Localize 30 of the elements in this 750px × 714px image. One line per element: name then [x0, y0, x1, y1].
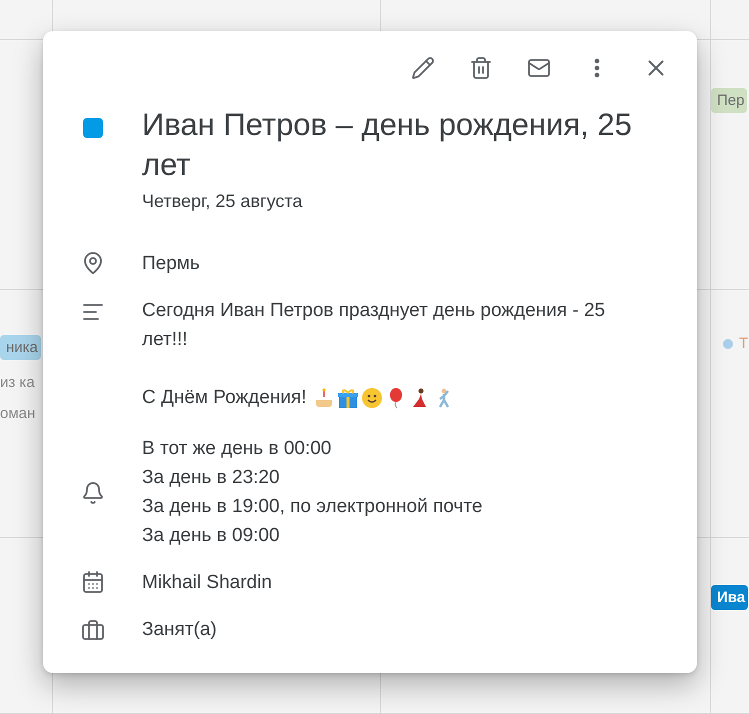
calendar-cell[interactable]: Ива [711, 538, 750, 714]
more-icon [594, 58, 600, 78]
calendar-icon [80, 570, 104, 594]
event-chip[interactable]: ника [0, 335, 41, 360]
trash-icon [469, 56, 493, 80]
reminder-text: За день в 19:00, по электронной почте [142, 495, 484, 519]
smiley-icon [360, 386, 382, 408]
gift-icon [336, 386, 358, 408]
calendar-cell[interactable] [711, 0, 750, 40]
pencil-icon [411, 56, 435, 80]
bell-icon [80, 481, 104, 505]
calendar-text: Mikhail Shardin [142, 571, 273, 595]
description-text: С Днём Рождения! [142, 386, 306, 410]
calendar-cell[interactable]: Т [711, 290, 750, 538]
envelope-icon [527, 56, 551, 80]
availability-text: Занят(а) [142, 618, 218, 642]
event-chip[interactable]: Пер [711, 88, 748, 113]
calendar-cell[interactable]: Пер [711, 40, 750, 290]
event-title: Иван Петров – день рождения, 25 лет [142, 106, 633, 184]
event-text[interactable]: из ка [0, 370, 35, 391]
event-text[interactable]: оман [0, 401, 36, 422]
event-chip[interactable]: Ива [711, 585, 748, 610]
event-text[interactable]: Т [739, 335, 748, 352]
reminder-text: За день в 23:20 [142, 466, 281, 490]
location-text: Пермь [142, 252, 201, 276]
reminder-text: За день в 09:00 [142, 524, 281, 548]
description-text: Сегодня Иван Петров празднует день рождения - 25 лет!!! [142, 299, 606, 352]
event-date: Четверг, 25 августа [142, 191, 304, 212]
reminder-text: В тот же день в 00:00 [142, 437, 332, 461]
briefcase-icon [80, 619, 104, 643]
